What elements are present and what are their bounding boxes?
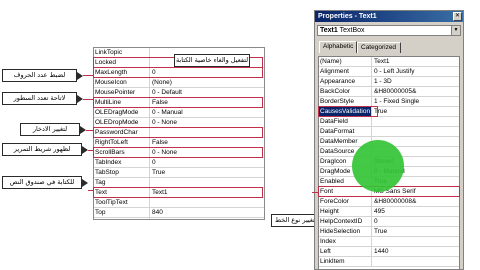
property-value[interactable]: &H80000008& [373, 197, 459, 206]
property-row[interactable]: HideSelection True [319, 227, 459, 237]
property-name: Left [319, 247, 372, 256]
property-name: BackColor [319, 87, 372, 96]
property-name: LinkTopic [94, 48, 150, 57]
property-name: Top [94, 208, 150, 217]
arrow-maxlength [77, 72, 83, 80]
property-name: Height [319, 207, 372, 216]
property-row[interactable]: Index [319, 237, 459, 247]
screenshot: { "left_grid": { "rows": [ {"name": "Lin… [0, 0, 480, 270]
property-value[interactable] [151, 198, 264, 207]
property-value[interactable]: 0 [151, 158, 264, 167]
chevron-down-icon[interactable]: ▼ [451, 26, 460, 35]
property-value[interactable] [151, 178, 264, 187]
property-value[interactable]: True [373, 227, 459, 236]
property-name: Alignment [319, 67, 372, 76]
property-name: ToolTipText [94, 198, 150, 207]
property-value[interactable]: 1440 [373, 247, 459, 256]
property-row[interactable]: TabIndex 0 [94, 158, 264, 168]
property-row[interactable]: MouseIcon (None) [94, 78, 264, 88]
property-value[interactable] [373, 237, 459, 246]
property-name: DataFormat [319, 127, 372, 136]
property-name: Tag [94, 178, 150, 187]
property-value[interactable]: 0 - Manual [151, 108, 264, 117]
property-row[interactable]: Alignment 0 - Left Justify [319, 67, 459, 77]
property-name: RightToLeft [94, 138, 150, 147]
highlight-passwordchar [93, 127, 263, 138]
property-name: HelpContextID [319, 217, 372, 226]
object-type: TextBox [339, 27, 365, 34]
property-name: MouseIcon [94, 78, 150, 87]
callout-text: للكتابة في صندوق النص [2, 176, 82, 189]
property-value[interactable]: 1 - Fixed Single [373, 97, 459, 106]
property-row[interactable]: Left 1440 [319, 247, 459, 257]
property-name: (Name) [319, 57, 372, 66]
property-value[interactable]: 0 - None [151, 118, 264, 127]
property-name: Visible [94, 218, 150, 219]
highlight-causesvalidation [318, 106, 378, 117]
property-row[interactable]: VisibleTrue [94, 218, 264, 219]
property-name: OLEDragMode [94, 108, 150, 117]
property-value[interactable]: 840 [151, 208, 264, 217]
pointer-highlight-dot [352, 140, 404, 192]
property-value[interactable]: 495 [373, 207, 459, 216]
callout-password: لتغيير الادخار [20, 123, 80, 136]
property-value[interactable]: True [151, 218, 264, 219]
property-name: OLEDropMode [94, 118, 150, 127]
property-name: BorderStyle [319, 97, 372, 106]
property-row[interactable]: ForeColor &H80000008& [319, 197, 459, 207]
property-name: MousePointer [94, 88, 150, 97]
callout-locked: لتفعيل والغاء خاصية الكتابة [174, 54, 250, 67]
highlight-maxlength [93, 67, 263, 78]
property-row[interactable]: (Name) Text1 [319, 57, 459, 67]
callout-multiline: لاتاحة تعدد السطور [2, 92, 77, 105]
property-value[interactable] [373, 127, 459, 136]
object-combo[interactable]: Text1 TextBox ▼ [317, 25, 461, 36]
property-name: ForeColor [319, 197, 372, 206]
property-row[interactable]: DataFormat [319, 127, 459, 137]
property-row[interactable]: OLEDragMode 0 - Manual [94, 108, 264, 118]
property-name: Appearance [319, 77, 372, 86]
callout-scrollbars: لظهور شريط التمرير [2, 143, 82, 156]
property-value[interactable]: 0 - Left Justify [373, 67, 459, 76]
property-value[interactable]: False [151, 138, 264, 147]
property-value[interactable]: 0 [373, 217, 459, 226]
property-value[interactable]: True [373, 107, 459, 116]
arrow-text [82, 179, 88, 187]
property-value[interactable]: True [151, 168, 264, 177]
callout-maxlength: لضبط عدد الحروف [2, 69, 77, 82]
property-row[interactable]: BackColor &H80000005& [319, 87, 459, 97]
object-name: Text1 [320, 27, 338, 34]
property-row[interactable]: TabStop True [94, 168, 264, 178]
property-value[interactable]: (None) [151, 78, 264, 87]
property-row[interactable]: ToolTipText [94, 198, 264, 208]
property-value[interactable]: 0 - Default [151, 88, 264, 97]
property-name: DataField [319, 117, 372, 126]
tab-categorized[interactable]: Categorized [357, 42, 401, 53]
property-value[interactable]: 1 - 3D [373, 77, 459, 86]
highlight-text [93, 187, 263, 198]
close-button[interactable]: ✕ [453, 12, 462, 21]
property-value[interactable] [373, 257, 459, 266]
property-row[interactable]: HelpContextID 0 [319, 217, 459, 227]
property-name: HideSelection [319, 227, 372, 236]
property-row[interactable]: DataField [319, 117, 459, 127]
property-row[interactable]: LinkItem [319, 257, 459, 267]
property-row[interactable]: Top 840 [94, 208, 264, 218]
properties-title-bar: Properties - Text1 [315, 11, 463, 22]
property-value[interactable]: &H80000005& [373, 87, 459, 96]
property-name: LinkItem [319, 257, 372, 266]
property-row[interactable]: Height 495 [319, 207, 459, 217]
property-row[interactable]: Appearance 1 - 3D [319, 77, 459, 87]
property-value[interactable]: Text1 [373, 57, 459, 66]
highlight-multiline [93, 97, 263, 108]
properties-title: Properties - Text1 [318, 13, 377, 20]
property-name: TabIndex [94, 158, 150, 167]
property-name: Index [319, 237, 372, 246]
property-name: TabStop [94, 168, 150, 177]
tab-alphabetic[interactable]: Alphabetic [319, 41, 357, 53]
highlight-scrollbars [93, 147, 263, 158]
property-value[interactable] [373, 117, 459, 126]
